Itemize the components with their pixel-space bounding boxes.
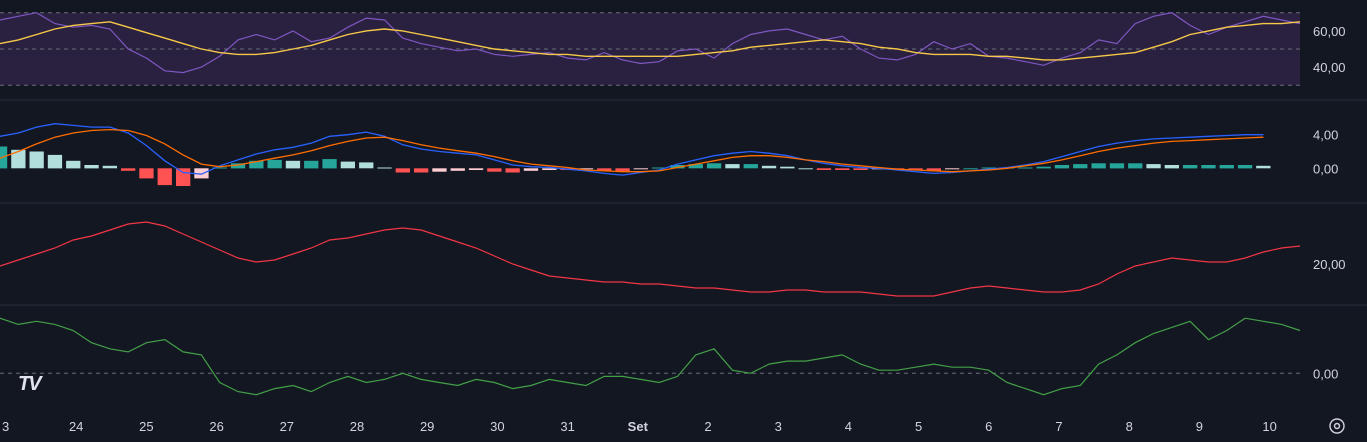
histogram-bar [377,167,392,169]
histogram-bar [1219,165,1234,169]
momentum-ytick-0: 0,00 [1313,366,1338,381]
histogram-bar [487,168,502,172]
histogram-bar [432,168,447,172]
histogram-bar [395,168,410,173]
histogram-bar [1018,167,1033,169]
histogram-bar [47,154,63,169]
macd-ytick-4: 4,00 [1313,128,1338,143]
x-axis-tick: 29 [420,419,434,434]
x-axis-tick: 25 [139,419,153,434]
histogram-bar [66,160,81,169]
x-axis-tick: 2 [704,419,711,434]
x-axis-tick: 10 [1262,419,1276,434]
histogram-bar [121,168,136,171]
histogram-bar [945,168,960,170]
histogram-bar [139,168,154,179]
x-axis-tick: 28 [350,419,364,434]
histogram-bar [505,168,520,173]
histogram-bar [743,164,758,169]
histogram-bar [176,168,191,186]
histogram-bar [102,165,117,169]
x-axis-tick: 24 [69,419,83,434]
histogram-bar [633,168,648,170]
histogram-bar [780,166,795,169]
histogram-bar [798,168,813,170]
histogram-bar [1256,165,1271,169]
rsi-panel: 60,00 40,00 [0,12,1346,86]
histogram-bar [157,168,172,186]
histogram-bar [1128,163,1143,169]
histogram-bar [1183,165,1198,169]
logo-text: TV [18,373,43,395]
histogram-bar [1164,165,1179,169]
histogram-bar [285,160,301,169]
x-axis-tick: 31 [560,419,574,434]
x-axis-tick: 26 [209,419,223,434]
x-axis-tick: 4 [845,419,852,434]
indicator-chart[interactable]: 60,00 40,00 4,00 0,00 20,00 0,00 TV 3 24 2… [0,0,1367,442]
histogram-bar [1237,165,1253,169]
histogram-bar [267,159,282,169]
histogram-bar [468,168,484,170]
histogram-bar [523,168,539,171]
x-axis-tick: 6 [985,419,992,434]
x-axis-tick: 30 [490,419,504,434]
histogram-bar [835,168,850,170]
histogram-bar [1146,164,1161,169]
x-axis-tick: 9 [1196,419,1203,434]
histogram-bar [1109,163,1125,169]
histogram-bar [1091,163,1106,169]
histogram-bar [11,149,26,169]
x-axis-tick: 7 [1055,419,1062,434]
histogram-bar [1073,164,1088,169]
x-axis-tick: 5 [915,419,922,434]
histogram-bar [706,163,722,169]
histogram-bar [84,165,99,169]
histogram-bar [414,168,429,173]
rsi-ytick-60: 60,00 [1313,24,1346,39]
macd-ytick-0: 0,00 [1313,161,1338,176]
histogram-bar [725,164,740,169]
histogram-bar [340,161,355,169]
histogram-bar [1054,165,1070,169]
histogram-bar [304,160,319,169]
histogram-bar [359,162,374,169]
x-axis-tick: 3 [775,419,782,434]
histogram-bar [29,151,44,169]
histogram-bar [761,165,777,169]
rsi-ytick-40: 40,00 [1313,60,1346,75]
adx-ytick-20: 20,00 [1313,257,1346,272]
histogram-bar [816,168,832,170]
histogram-bar [322,159,337,169]
tradingview-logo[interactable]: TV [18,373,45,395]
histogram-bar [1201,165,1216,169]
x-axis-tick: Set [628,419,649,434]
histogram-bar [1036,166,1051,169]
histogram-bar [963,168,978,170]
x-axis-tick: 8 [1126,419,1133,434]
histogram-bar [450,168,465,171]
x-axis-tick: 3 [2,419,9,434]
histogram-bar [853,168,868,170]
x-axis-tick: 27 [280,419,294,434]
